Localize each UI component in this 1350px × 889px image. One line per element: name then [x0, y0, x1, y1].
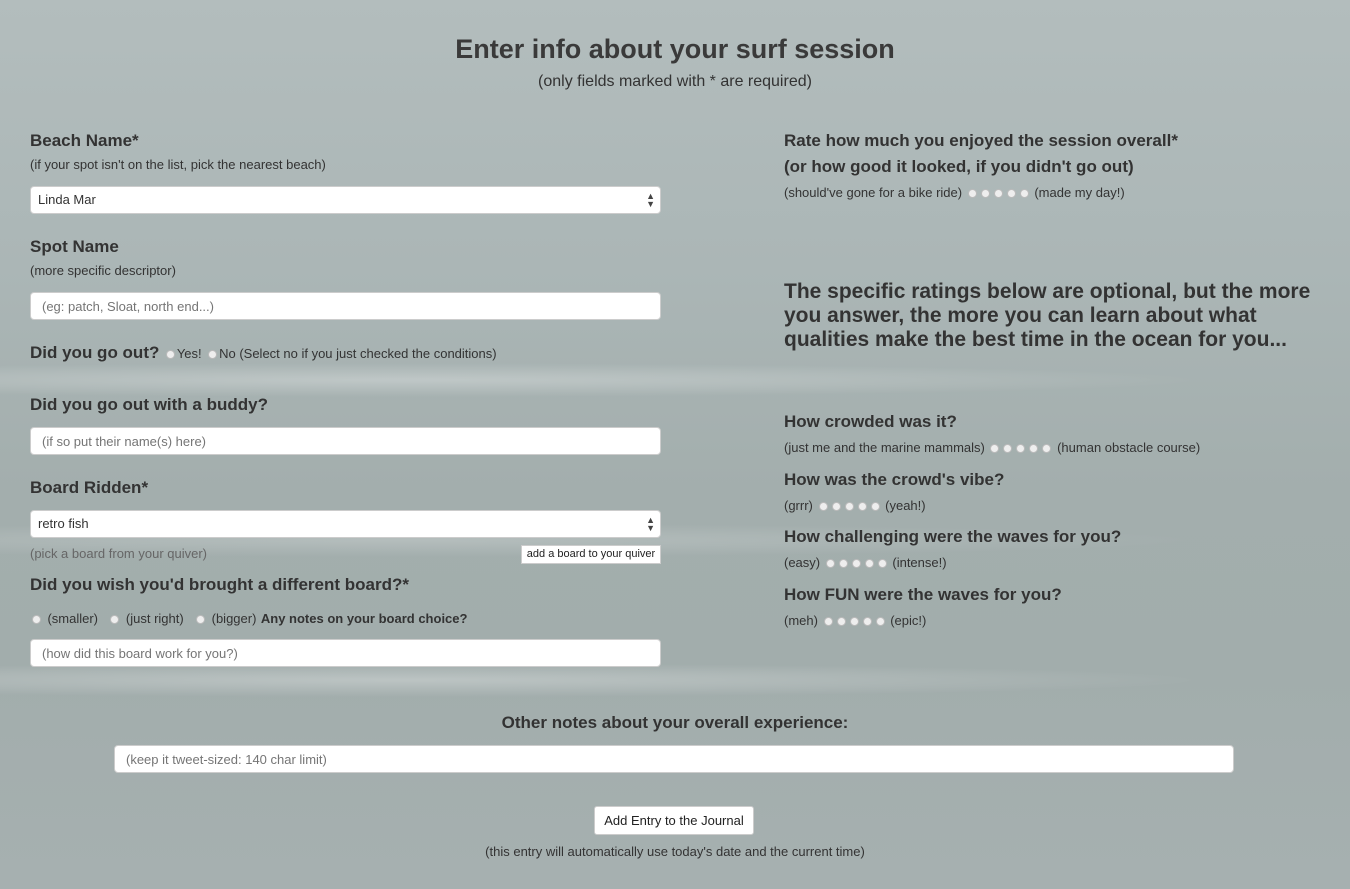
select-arrows-icon: ▲ ▼	[646, 515, 655, 533]
overall-rating-label: Rate how much you enjoyed the session ov…	[784, 131, 1178, 150]
challenge-radio[interactable]	[825, 559, 835, 568]
crowded-radio[interactable]	[1016, 444, 1026, 453]
vibe-high: (yeah!)	[885, 498, 926, 513]
challenge-radio[interactable]	[877, 559, 887, 568]
fun-label: How FUN were the waves for you?	[784, 585, 1062, 604]
overall-rating-radio[interactable]	[1019, 189, 1029, 198]
challenge-label: How challenging were the waves for you?	[784, 527, 1122, 546]
board-select[interactable]: retro fish ▲ ▼	[30, 510, 661, 538]
overall-rating-sublabel: (or how good it looked, if you didn't go…	[784, 157, 1134, 176]
challenge-radio[interactable]	[838, 559, 848, 568]
board-notes-label: Any notes on your board choice?	[260, 611, 468, 626]
beach-name-hint: (if your spot isn't on the list, pick th…	[30, 157, 326, 172]
board-wish-bigger-label: (bigger)	[211, 611, 257, 626]
went-out-row: Did you go out? Yes! No (Select no if yo…	[30, 343, 497, 363]
board-notes-input[interactable]	[30, 639, 661, 667]
beach-name-value: Linda Mar	[38, 192, 96, 207]
other-notes-input[interactable]	[114, 745, 1234, 773]
fun-radio[interactable]	[836, 617, 846, 626]
overall-rating-high: (made my day!)	[1034, 185, 1125, 200]
select-arrows-icon: ▲ ▼	[646, 191, 655, 209]
fun-low: (meh)	[784, 613, 818, 628]
overall-rating-radio[interactable]	[993, 189, 1003, 198]
went-out-no-radio[interactable]	[208, 350, 218, 359]
add-entry-button[interactable]: Add Entry to the Journal	[594, 806, 754, 835]
crowded-radio[interactable]	[1003, 444, 1013, 453]
crowded-radio[interactable]	[1042, 444, 1052, 453]
crowded-radio[interactable]	[1029, 444, 1039, 453]
spot-name-input[interactable]	[30, 292, 661, 320]
went-out-yes-label: Yes!	[176, 346, 202, 361]
vibe-radio[interactable]	[818, 502, 828, 511]
buddy-input[interactable]	[30, 427, 661, 455]
vibe-low: (grrr)	[784, 498, 813, 513]
fun-radio[interactable]	[862, 617, 872, 626]
board-wish-bigger-radio[interactable]	[196, 615, 206, 624]
crowded-low: (just me and the marine mammals)	[784, 440, 985, 455]
board-wish-just-right-radio[interactable]	[110, 615, 120, 624]
challenge-high: (intense!)	[892, 555, 947, 570]
overall-rating-low: (should've gone for a bike ride)	[784, 185, 963, 200]
fun-radio[interactable]	[823, 617, 833, 626]
vibe-label: How was the crowd's vibe?	[784, 470, 1005, 489]
board-label: Board Ridden*	[30, 478, 149, 497]
add-board-button[interactable]: add a board to your quiver	[521, 545, 661, 564]
overall-rating-radio[interactable]	[980, 189, 990, 198]
vibe-rating-row: (grrr) (yeah!)	[784, 498, 926, 513]
spot-name-hint: (more specific descriptor)	[30, 263, 176, 278]
beach-name-select[interactable]: Linda Mar ▲ ▼	[30, 186, 661, 214]
crowded-radio[interactable]	[990, 444, 1000, 453]
optional-ratings-note: The specific ratings below are optional,…	[784, 280, 1311, 351]
vibe-radio[interactable]	[844, 502, 854, 511]
board-wish-label: Did you wish you'd brought a different b…	[30, 575, 409, 594]
page-title: Enter info about your surf session	[455, 34, 895, 64]
challenge-radio[interactable]	[864, 559, 874, 568]
challenge-rating-row: (easy) (intense!)	[784, 555, 947, 570]
crowded-high: (human obstacle course)	[1057, 440, 1201, 455]
fun-rating-row: (meh) (epic!)	[784, 613, 926, 628]
fun-high: (epic!)	[890, 613, 927, 628]
fun-radio[interactable]	[849, 617, 859, 626]
went-out-no-label: No (Select no if you just checked the co…	[219, 346, 497, 361]
vibe-radio[interactable]	[870, 502, 880, 511]
other-notes-label: Other notes about your overall experienc…	[501, 713, 849, 732]
overall-rating-row: (should've gone for a bike ride) (made m…	[784, 185, 1125, 200]
beach-name-label: Beach Name*	[30, 131, 139, 150]
page-subtitle: (only fields marked with * are required)	[538, 73, 812, 90]
went-out-label: Did you go out?	[30, 343, 160, 362]
wave-highlight	[0, 360, 1350, 400]
went-out-yes-radio[interactable]	[165, 350, 175, 359]
submit-hint: (this entry will automatically use today…	[485, 844, 865, 859]
crowded-label: How crowded was it?	[784, 412, 957, 431]
overall-rating-radio[interactable]	[1006, 189, 1016, 198]
challenge-low: (easy)	[784, 555, 821, 570]
challenge-radio[interactable]	[851, 559, 861, 568]
buddy-label: Did you go out with a buddy?	[30, 395, 268, 414]
board-wish-smaller-radio[interactable]	[32, 615, 41, 624]
board-wish-row: (smaller) (just right) (bigger) Any note…	[30, 610, 467, 628]
board-wish-just-right-label: (just right)	[125, 611, 184, 626]
board-wish-smaller-label: (smaller)	[47, 611, 99, 626]
overall-rating-radio[interactable]	[967, 189, 977, 198]
crowded-rating-row: (just me and the marine mammals) (human …	[784, 440, 1200, 455]
board-value: retro fish	[38, 516, 89, 531]
vibe-radio[interactable]	[831, 502, 841, 511]
vibe-radio[interactable]	[857, 502, 867, 511]
spot-name-label: Spot Name	[30, 237, 119, 256]
board-hint: (pick a board from your quiver)	[30, 546, 208, 561]
fun-radio[interactable]	[875, 617, 885, 626]
